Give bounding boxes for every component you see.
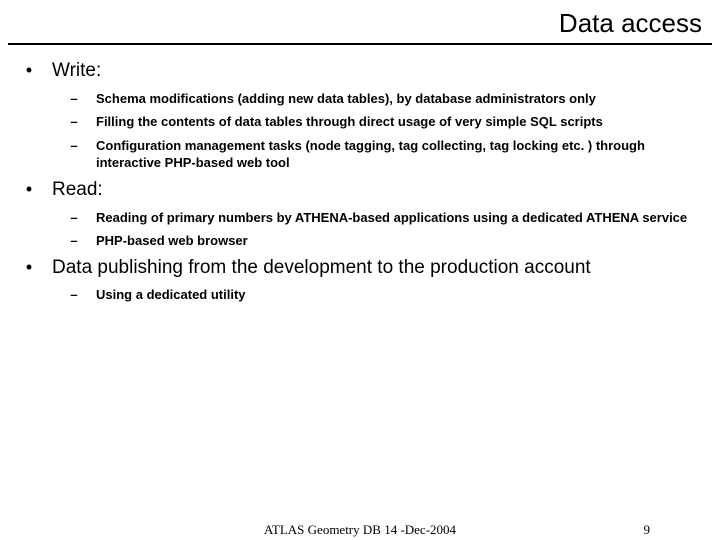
bullet-icon: • xyxy=(6,59,52,82)
list-item: – Reading of primary numbers by ATHENA-b… xyxy=(6,209,714,227)
title-divider xyxy=(8,43,712,45)
dash-icon: – xyxy=(52,232,96,250)
dash-icon: – xyxy=(52,137,96,155)
list-item-text: Schema modifications (adding new data ta… xyxy=(96,90,602,108)
dash-icon: – xyxy=(52,113,96,131)
list-item: – Configuration management tasks (node t… xyxy=(6,137,714,172)
dash-icon: – xyxy=(52,209,96,227)
list-item-text: Reading of primary numbers by ATHENA-bas… xyxy=(96,209,693,227)
section-heading: • Read: xyxy=(6,178,714,203)
section-heading-text: Data publishing from the development to … xyxy=(52,256,591,281)
list-item: – Using a dedicated utility xyxy=(6,286,714,304)
slide-title: Data access xyxy=(0,0,720,43)
list-item-text: Filling the contents of data tables thro… xyxy=(96,113,609,131)
bullet-icon: • xyxy=(6,256,52,279)
list-item: – Filling the contents of data tables th… xyxy=(6,113,714,131)
list-item-text: PHP-based web browser xyxy=(96,232,254,250)
section-heading: • Write: xyxy=(6,59,714,84)
list-item-text: Configuration management tasks (node tag… xyxy=(96,137,714,172)
section-heading: • Data publishing from the development t… xyxy=(6,256,714,281)
section-heading-text: Write: xyxy=(52,59,101,84)
list-item: – PHP-based web browser xyxy=(6,232,714,250)
slide-content: • Write: – Schema modifications (adding … xyxy=(0,59,720,304)
dash-icon: – xyxy=(52,286,96,304)
list-item: – Schema modifications (adding new data … xyxy=(6,90,714,108)
list-item-text: Using a dedicated utility xyxy=(96,286,252,304)
section-heading-text: Read: xyxy=(52,178,103,203)
page-number: 9 xyxy=(644,522,651,538)
footer-text: ATLAS Geometry DB 14 -Dec-2004 xyxy=(264,522,456,538)
bullet-icon: • xyxy=(6,178,52,201)
dash-icon: – xyxy=(52,90,96,108)
